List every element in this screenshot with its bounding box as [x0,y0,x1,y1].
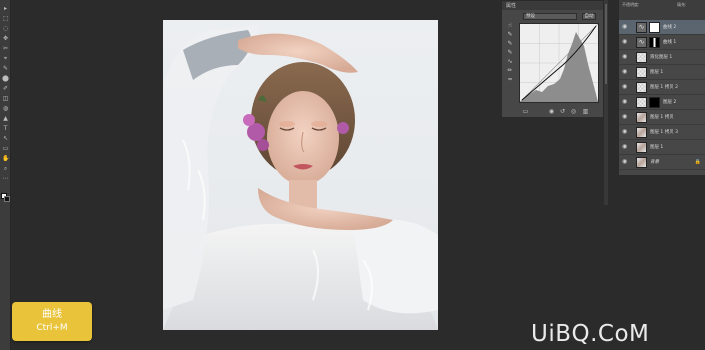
crop-tool-icon[interactable]: ✂ [2,46,9,52]
properties-tab[interactable]: 属性 [506,2,516,9]
lock-icon: 🔒 [694,159,701,165]
layer-name[interactable]: 液化图层 1 [650,54,672,60]
eyedropper-black-icon[interactable]: ✎ [507,32,513,38]
layer-name[interactable]: 图层 1 拷贝 [650,114,674,120]
layer-mask-thumbnail[interactable] [649,22,660,33]
document-canvas[interactable] [163,20,438,330]
layer-row[interactable]: ◉ 图层 1 拷贝 [619,110,705,125]
layer-thumbnail[interactable] [636,127,647,138]
reset-icon[interactable]: ↺ [559,108,566,115]
pencil-icon[interactable]: ✏ [507,68,513,74]
move-tool-icon[interactable]: ▸ [2,6,9,12]
visibility-eye-icon[interactable]: ◉ [622,84,629,90]
eyedropper-tool-icon[interactable]: ⌖ [2,56,9,62]
visibility-eye-icon[interactable]: ◉ [622,114,629,120]
layer-row[interactable]: ◉ ∿ 曲线 2 [619,20,705,35]
visibility-eye-icon[interactable]: ◉ [622,129,629,135]
visibility-eye-icon[interactable]: ◉ [622,54,629,60]
layer-name[interactable]: 图层 1 [650,144,663,150]
scrollbar-thumb[interactable] [605,4,607,84]
preset-select[interactable]: 预设 [523,13,577,20]
healing-brush-icon[interactable]: ✎ [2,66,9,72]
properties-scrollbar[interactable] [604,0,608,205]
layers-options: 不透明度: 填充: [619,0,705,20]
layer-name[interactable]: 背景 [650,159,659,165]
layer-row[interactable]: ◉ 图层 1 [619,65,705,80]
layer-row[interactable]: ◉ ∿ 曲线 1 [619,35,705,50]
visibility-eye-icon[interactable]: ◉ [622,69,629,75]
curves-adjustment-icon[interactable]: ∿ [636,22,647,33]
tools-panel: ▸ ⬚ ◌ ✥ ✂ ⌖ ✎ ⬤ ✐ ◫ ◍ ▲ T ↖ ▭ ✋ ⌕ ⋯ [0,0,11,350]
visibility-eye-icon[interactable]: ◉ [622,39,629,45]
auto-button[interactable]: 自动 [582,13,596,20]
clip-to-layer-icon[interactable]: ▭ [522,108,529,115]
layer-mask-thumbnail[interactable] [649,37,660,48]
visibility-icon[interactable]: ◎ [570,108,577,115]
curve-histogram [519,23,599,103]
eyedropper-white-icon[interactable]: ✎ [507,50,513,56]
layers-panel: 不透明度: 填充: ◉ ∿ 曲线 2 ◉ ∿ 曲线 1 ◉ 液化图层 1 ◉ 图层 1 ◉ 图层 1 … [618,0,705,175]
type-tool-icon[interactable]: T [2,126,9,132]
marquee-tool-icon[interactable]: ⬚ [2,16,9,22]
hand-tool-icon[interactable]: ✋ [2,156,9,162]
layer-thumbnail[interactable] [636,67,647,78]
quick-select-icon[interactable]: ✥ [2,36,9,42]
layer-name[interactable]: 曲线 2 [663,24,676,30]
layer-name[interactable]: 图层 2 [663,99,676,105]
layer-row[interactable]: ◉ 图层 1 [619,140,705,155]
view-previous-icon[interactable]: ◉ [548,108,555,115]
photoshop-window: ▸ ⬚ ◌ ✥ ✂ ⌖ ✎ ⬤ ✐ ◫ ◍ ▲ T ↖ ▭ ✋ ⌕ ⋯ 曲线 C… [0,0,705,350]
opacity-label[interactable]: 不透明度: [622,2,639,8]
layer-name[interactable]: 图层 1 拷贝 3 [650,129,678,135]
visibility-eye-icon[interactable]: ◉ [622,24,629,30]
layer-name[interactable]: 曲线 1 [663,39,676,45]
curve-graph[interactable] [519,23,599,103]
curves-adjustment-icon[interactable]: ∿ [636,37,647,48]
visibility-eye-icon[interactable]: ◉ [622,144,629,150]
portrait-photo [163,25,438,330]
layer-row[interactable]: ◉ 图层 1 拷贝 2 [619,80,705,95]
trash-icon[interactable]: ▥ [582,108,589,115]
layer-row[interactable]: ◉ 图层 2 [619,95,705,110]
shape-tool-icon[interactable]: ▭ [2,146,9,152]
layer-mask-thumbnail[interactable] [649,97,660,108]
layer-row[interactable]: ◉ 背景 🔒 [619,155,705,170]
fill-label[interactable]: 填充: [677,2,686,8]
watermark: UiBQ.CoM [531,321,650,347]
layer-thumbnail[interactable] [636,52,647,63]
layer-thumbnail[interactable] [636,112,647,123]
more-tools-icon[interactable]: ⋯ [2,176,9,182]
lasso-tool-icon[interactable]: ◌ [2,26,9,32]
tooltip-shortcut: Ctrl+M [36,323,68,333]
visibility-eye-icon[interactable]: ◉ [622,99,629,105]
path-select-icon[interactable]: ↖ [2,136,9,142]
layer-thumbnail[interactable] [636,97,647,108]
properties-header: 属性 [502,1,603,10]
layer-name[interactable]: 图层 1 拷贝 2 [650,84,678,90]
curve-point-icon[interactable]: ∿ [507,59,513,65]
curves-tooltip: 曲线 Ctrl+M [12,302,92,341]
layer-thumbnail[interactable] [636,157,647,168]
properties-panel: 属性 预设 自动 ☝ ✎ ✎ ✎ ∿ ✏ ≈ ▭ ◉ ↺ ◎ ▥ [501,0,604,118]
eraser-tool-icon[interactable]: ◍ [2,106,9,112]
visibility-eye-icon[interactable]: ◉ [622,159,629,165]
layer-name[interactable]: 图层 1 [650,69,663,75]
tooltip-title: 曲线 [42,309,62,320]
clone-stamp-icon[interactable]: ✐ [2,86,9,92]
zoom-tool-icon[interactable]: ⌕ [2,166,9,172]
background-color-swatch[interactable] [4,196,10,202]
layer-thumbnail[interactable] [636,82,647,93]
gradient-tool-icon[interactable]: ▲ [2,116,9,122]
brush-tool-icon[interactable]: ⬤ [2,76,9,82]
layer-row[interactable]: ◉ 图层 1 拷贝 3 [619,125,705,140]
history-brush-icon[interactable]: ◫ [2,96,9,102]
sample-in-image-icon[interactable]: ☝ [507,23,513,29]
layer-row[interactable]: ◉ 液化图层 1 [619,50,705,65]
eyedropper-gray-icon[interactable]: ✎ [507,41,513,47]
layer-thumbnail[interactable] [636,142,647,153]
smooth-icon[interactable]: ≈ [507,77,513,83]
